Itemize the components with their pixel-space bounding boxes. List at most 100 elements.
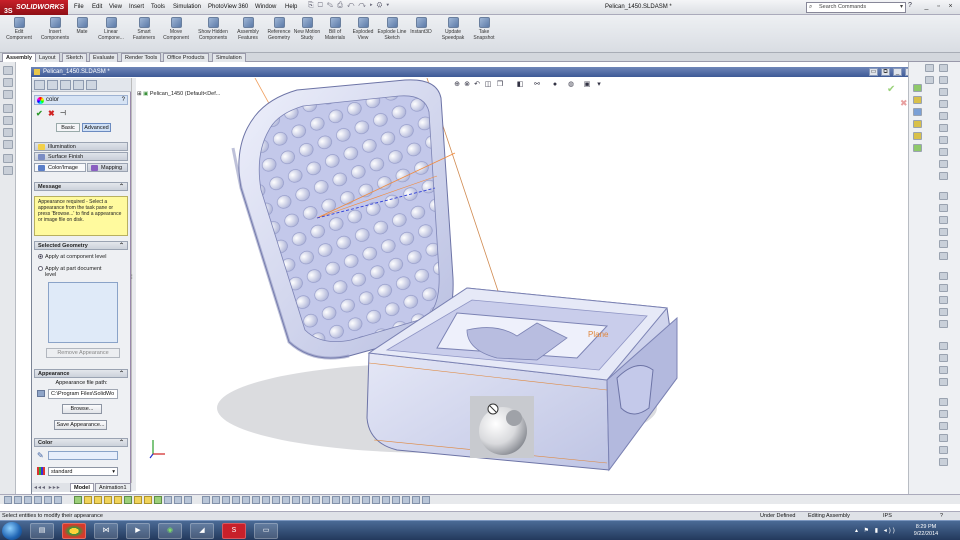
doc-cascade-icon[interactable]: ⧉: [881, 68, 890, 76]
tab-animation1[interactable]: Animation1: [95, 483, 131, 492]
toolbar-icon[interactable]: [184, 496, 192, 504]
search-input[interactable]: ⌕ Search Commands ▾: [806, 2, 906, 13]
toolbar-icon[interactable]: [222, 496, 230, 504]
display-manager-tab-icon[interactable]: [86, 80, 97, 90]
doc-tile-icon[interactable]: ▭: [869, 68, 878, 76]
tab-illumination[interactable]: Illumination: [34, 142, 128, 151]
scene-icon[interactable]: ◍: [566, 80, 576, 90]
menu-edit[interactable]: Edit: [92, 2, 102, 13]
mate-button[interactable]: Mate: [67, 16, 97, 52]
task-pane-icon[interactable]: [939, 64, 948, 72]
task-pane-icon[interactable]: [939, 228, 948, 236]
exploded-view-button[interactable]: Exploded View: [347, 16, 379, 52]
media-player-icon[interactable]: ▶: [126, 523, 150, 539]
radio-part-level[interactable]: Apply at part document level: [38, 266, 112, 278]
tab-office-products[interactable]: Office Products: [163, 53, 209, 62]
task-pane-icon[interactable]: [939, 398, 948, 406]
task-pane-icon[interactable]: [939, 88, 948, 96]
display-style-icon[interactable]: ◧: [515, 80, 525, 90]
tab-nav-arrows[interactable]: ◂◂◂ ▸▸▸: [34, 484, 61, 491]
selected-geometry-list[interactable]: [48, 282, 118, 343]
help-icon[interactable]: ?: [940, 512, 943, 520]
linear-pattern-button[interactable]: Linear Compone...: [94, 16, 128, 52]
dimxpert-tab-icon[interactable]: [73, 80, 84, 90]
help-icon[interactable]: ?: [122, 96, 125, 105]
task-pane-icon[interactable]: [939, 240, 948, 248]
zoom-area-icon[interactable]: ⊗: [462, 80, 472, 90]
selected-geometry-header[interactable]: Selected Geometry ⌃: [34, 241, 128, 250]
task-pane-icon[interactable]: [939, 124, 948, 132]
tree-item-root[interactable]: Pelican_1450 (Default<Def...: [150, 91, 220, 97]
toolbar-icon[interactable]: [272, 496, 280, 504]
system-tray[interactable]: ▴ ⚑ ▮ ◂)): [855, 527, 897, 534]
task-pane-tab[interactable]: [913, 96, 922, 104]
edit-appearance-icon[interactable]: ●: [550, 80, 560, 90]
tab-simulation[interactable]: Simulation: [212, 53, 246, 62]
view-settings-icon[interactable]: ▣: [582, 80, 592, 90]
toolbar-icon[interactable]: [242, 496, 250, 504]
toolbar-icon[interactable]: [84, 496, 92, 504]
swatch-select[interactable]: standard ▾: [48, 467, 118, 476]
toolbar-icon[interactable]: [14, 496, 22, 504]
basic-button[interactable]: Basic: [56, 123, 80, 132]
task-pane-icon[interactable]: [939, 216, 948, 224]
toolbar-icon[interactable]: [422, 496, 430, 504]
collapse-panel-icon[interactable]: ⁞: [131, 275, 133, 281]
start-button[interactable]: [2, 522, 22, 540]
tab-evaluate[interactable]: Evaluate: [89, 53, 119, 62]
task-pane-icon[interactable]: [939, 252, 948, 260]
task-pane-icon[interactable]: [939, 172, 948, 180]
app-icon[interactable]: ◢: [190, 523, 214, 539]
task-pane-icon[interactable]: [939, 320, 948, 328]
toolbar-icon[interactable]: [202, 496, 210, 504]
task-pane-icon[interactable]: [925, 76, 934, 84]
toolbar-icon[interactable]: [322, 496, 330, 504]
tab-color-image[interactable]: Color/Image: [34, 163, 86, 172]
toolbar-icon[interactable]: [124, 496, 132, 504]
restore-icon[interactable]: ▫: [934, 2, 943, 12]
minimize-icon[interactable]: _: [922, 2, 931, 12]
update-speedpak-button[interactable]: Update Speedpak: [437, 16, 469, 52]
hide-show-icon[interactable]: ⚯: [532, 80, 542, 90]
task-pane-icon[interactable]: [939, 160, 948, 168]
task-pane-icon[interactable]: [939, 410, 948, 418]
task-pane-icon[interactable]: [939, 112, 948, 120]
toolbar-icon[interactable]: [402, 496, 410, 504]
take-snapshot-button[interactable]: Take Snapshot: [468, 16, 500, 52]
explode-line-sketch-button[interactable]: Explode Line Sketch: [376, 16, 408, 52]
task-pane-icon[interactable]: [939, 378, 948, 386]
task-pane-icon[interactable]: [939, 342, 948, 350]
task-pane-icon[interactable]: [939, 284, 948, 292]
task-pane-tab[interactable]: [913, 120, 922, 128]
toolbar-icon[interactable]: [282, 496, 290, 504]
toolbar-button[interactable]: [3, 104, 13, 113]
toolbar-icon[interactable]: [24, 496, 32, 504]
spotify-icon[interactable]: ◉: [158, 523, 182, 539]
feature-tree-flyout[interactable]: ⊞ ▣ Pelican_1450 (Default<Def...: [137, 91, 220, 98]
menu-simulation[interactable]: Simulation: [173, 2, 201, 13]
clock[interactable]: 8:29 PM 9/22/2014: [906, 524, 946, 538]
task-pane-tab[interactable]: [913, 144, 922, 152]
edit-component-button[interactable]: Edit Component: [2, 16, 36, 52]
color-group-header[interactable]: Color ⌃: [34, 438, 128, 447]
menu-window[interactable]: Window: [255, 2, 276, 13]
advanced-button[interactable]: Advanced: [82, 123, 111, 132]
toolbar-icon[interactable]: [34, 496, 42, 504]
ok-icon[interactable]: ✔: [36, 109, 43, 118]
tab-surface-finish[interactable]: Surface Finish: [34, 152, 128, 161]
toolbar-icon[interactable]: [382, 496, 390, 504]
search-dropdown-icon[interactable]: ▾: [900, 3, 903, 12]
task-pane-icon[interactable]: [939, 296, 948, 304]
task-pane-icon[interactable]: [925, 64, 934, 72]
toolbar-icon[interactable]: [352, 496, 360, 504]
tab-assembly[interactable]: Assembly: [2, 53, 36, 62]
toolbar-icon[interactable]: [54, 496, 62, 504]
toolbar-icon[interactable]: [154, 496, 162, 504]
menu-view[interactable]: View: [109, 2, 122, 13]
explorer-icon[interactable]: ▤: [30, 523, 54, 539]
toolbar-icon[interactable]: [372, 496, 380, 504]
toolbar-button[interactable]: [3, 140, 13, 149]
previous-view-icon[interactable]: ↶: [472, 80, 482, 90]
toolbar-icon[interactable]: [302, 496, 310, 504]
task-pane-icon[interactable]: [939, 76, 948, 84]
